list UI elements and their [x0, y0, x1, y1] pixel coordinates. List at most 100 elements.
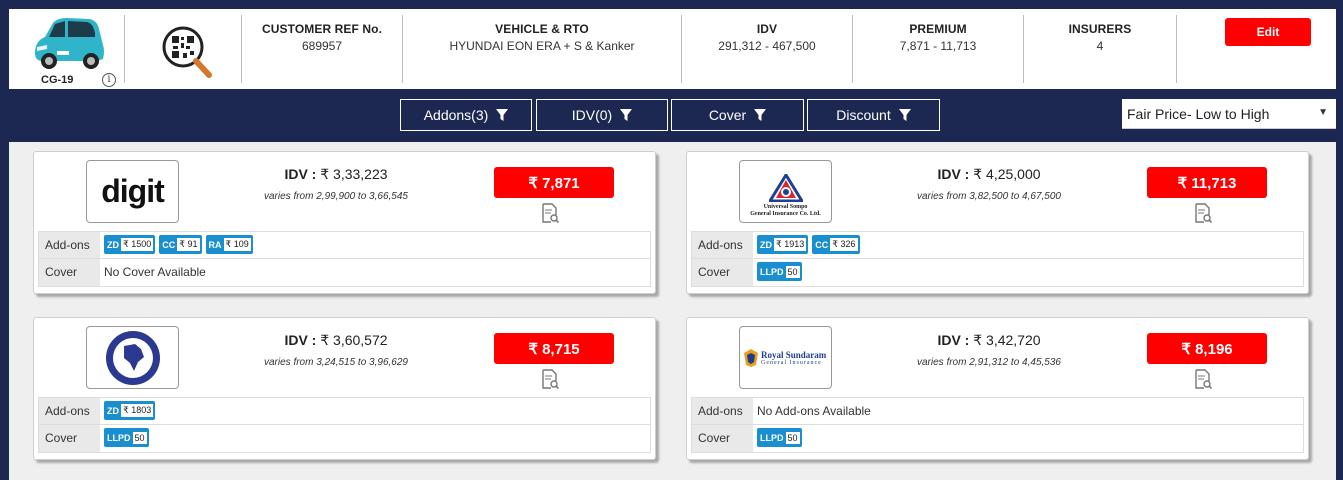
addon-code: RA: [208, 239, 222, 250]
addon-price: ₹ 326: [830, 238, 858, 251]
filter-discount-button[interactable]: Discount: [807, 99, 940, 131]
cover-list: LLPD 50: [100, 425, 650, 452]
addons-list: ZD ₹ 1500 CC ₹ 91 RA ₹ 109: [100, 232, 650, 258]
idv-prefix: IDV :: [284, 332, 317, 348]
addon-tag-ra[interactable]: RA ₹ 109: [205, 235, 253, 254]
idv-text: IDV : ₹ 3,42,720: [909, 332, 1069, 349]
cover-row: Cover LLPD 50: [39, 425, 650, 452]
plan-details-table: Add-ons ZD ₹ 1803 Cover LLPD 50: [38, 397, 651, 453]
insurers-label: INSURERS: [1068, 22, 1132, 36]
addons-list: ZD ₹ 1803: [100, 398, 650, 424]
cover-tag-llpd[interactable]: LLPD 50: [757, 262, 802, 281]
filter-icon: [620, 109, 633, 121]
document-search-icon[interactable]: [1194, 369, 1212, 389]
cover-code: LLPD: [760, 266, 784, 277]
vehicle-registration: CG-19: [41, 74, 74, 86]
summary-header: CG-19 i CUSTOMER REF No. 689957 VEHICLE …: [9, 9, 1336, 89]
insurer-logo-national: [86, 326, 179, 389]
sort-select[interactable]: Fair Price- Low to High ▼: [1122, 99, 1336, 129]
cover-row-label: Cover: [39, 259, 100, 286]
addon-tag-zd[interactable]: ZD ₹ 1803: [104, 401, 156, 420]
idv-amount: ₹ 4,25,000: [973, 166, 1041, 182]
cover-list: LLPD 50: [753, 425, 1303, 452]
addon-price: ₹ 1803: [121, 404, 154, 417]
addons-row: Add-ons ZD ₹ 1803: [39, 398, 650, 425]
cover-row-label: Cover: [692, 425, 753, 452]
idv-range: varies from 3,24,515 to 3,96,629: [264, 357, 408, 368]
cover-value: 50: [132, 431, 147, 444]
addon-price: ₹ 109: [223, 238, 251, 251]
addon-tag-zd[interactable]: ZD ₹ 1913: [757, 235, 809, 254]
document-search-icon[interactable]: [541, 369, 559, 389]
idv-range: varies from 3,82,500 to 4,67,500: [917, 191, 1061, 202]
idv-amount: ₹ 3,33,223: [320, 166, 388, 182]
cover-tag-llpd[interactable]: LLPD 50: [757, 428, 802, 447]
insurer-logo-universal-sompo: Universal Sompo General Insurance Co. Lt…: [739, 160, 832, 223]
filter-addons-button[interactable]: Addons(3): [400, 99, 532, 131]
filter-cover-button[interactable]: Cover: [671, 99, 804, 131]
document-search-icon[interactable]: [1194, 203, 1212, 223]
sort-selected-value: Fair Price- Low to High: [1127, 106, 1270, 122]
idv-prefix: IDV :: [937, 332, 970, 348]
cover-row-label: Cover: [39, 425, 100, 452]
filter-idv-label: IDV(0): [571, 107, 613, 123]
customer-ref-label: CUSTOMER REF No.: [261, 22, 383, 36]
idv-col: IDV 291,312 - 467,500: [682, 9, 852, 89]
vehicle-rto-col: VEHICLE & RTO HYUNDAI EON ERA + S & Kank…: [403, 9, 681, 89]
premium-buy-button[interactable]: ₹ 11,713: [1147, 167, 1267, 198]
filter-cover-label: Cover: [708, 107, 747, 123]
premium-col: PREMIUM 7,871 - 11,713: [853, 9, 1023, 89]
addon-tag-cc[interactable]: CC ₹ 91: [159, 235, 202, 254]
universal-sompo-emblem: [768, 174, 803, 202]
info-icon[interactable]: i: [102, 73, 116, 87]
qr-search-icon[interactable]: [159, 23, 215, 81]
national-insurance-emblem: [105, 330, 160, 385]
idv-text: IDV : ₹ 4,25,000: [909, 166, 1069, 183]
cover-tag-llpd[interactable]: LLPD 50: [104, 428, 149, 447]
digit-logo-text: digit: [101, 173, 165, 209]
addon-code: ZD: [760, 239, 772, 250]
addon-price: ₹ 1913: [774, 238, 807, 251]
customer-ref-value: 689957: [301, 39, 343, 53]
addons-row: Add-ons No Add-ons Available: [692, 398, 1303, 425]
universal-sompo-subname: General Insurance Co. Ltd.: [750, 211, 821, 217]
addons-row-label: Add-ons: [692, 398, 753, 424]
idv-amount: ₹ 3,60,572: [320, 332, 388, 348]
filter-discount-label: Discount: [836, 107, 891, 123]
cover-row: Cover LLPD 50: [692, 425, 1303, 452]
vehicle-cell: CG-19 i: [9, 9, 124, 89]
edit-button[interactable]: Edit: [1225, 18, 1311, 46]
premium-buy-button[interactable]: ₹ 8,196: [1147, 333, 1267, 364]
quote-card: Royal Sundaram General Insurance IDV : ₹…: [686, 317, 1309, 460]
customer-ref-col: CUSTOMER REF No. 689957: [242, 9, 402, 89]
addon-tag-zd[interactable]: ZD ₹ 1500: [104, 235, 156, 254]
vehicle-rto-label: VEHICLE & RTO: [495, 22, 589, 36]
addon-code: CC: [815, 239, 829, 250]
cover-row: Cover LLPD 50: [692, 259, 1303, 286]
addon-price: ₹ 1500: [121, 238, 154, 251]
cover-empty-text: No Cover Available: [104, 265, 206, 279]
document-search-icon[interactable]: [541, 203, 559, 223]
quote-card: Universal Sompo General Insurance Co. Lt…: [686, 151, 1309, 294]
divider: [1176, 15, 1177, 83]
addons-row-label: Add-ons: [39, 232, 100, 258]
plan-details-table: Add-ons ZD ₹ 1500 CC ₹ 91 RA ₹ 109 Cover No…: [38, 231, 651, 287]
idv-amount: ₹ 3,42,720: [973, 332, 1041, 348]
premium-buy-button[interactable]: ₹ 7,871: [494, 167, 614, 198]
universal-sompo-name: Universal Sompo: [763, 204, 808, 210]
idv-text: IDV : ₹ 3,60,572: [256, 332, 416, 349]
filter-idv-button[interactable]: IDV(0): [536, 99, 668, 131]
royal-sundaram-wordmark: Royal Sundaram General Insurance: [761, 350, 826, 366]
addons-row: Add-ons ZD ₹ 1913 CC ₹ 326: [692, 232, 1303, 259]
premium-buy-button[interactable]: ₹ 8,715: [494, 333, 614, 364]
quote-card: IDV : ₹ 3,60,572 varies from 3,24,515 to…: [33, 317, 656, 460]
insurer-logo-digit: digit: [86, 160, 179, 223]
cover-value: 50: [785, 265, 800, 278]
cover-code: LLPD: [107, 432, 131, 443]
idv-range: varies from 2,91,312 to 4,45,536: [917, 357, 1061, 368]
addon-tag-cc[interactable]: CC ₹ 326: [812, 235, 860, 254]
filter-icon: [496, 109, 509, 121]
idv-range: varies from 2,99,900 to 3,66,545: [264, 191, 408, 202]
insurers-value: 4: [1096, 39, 1104, 53]
dropdown-arrow-icon: ▼: [1318, 107, 1328, 118]
